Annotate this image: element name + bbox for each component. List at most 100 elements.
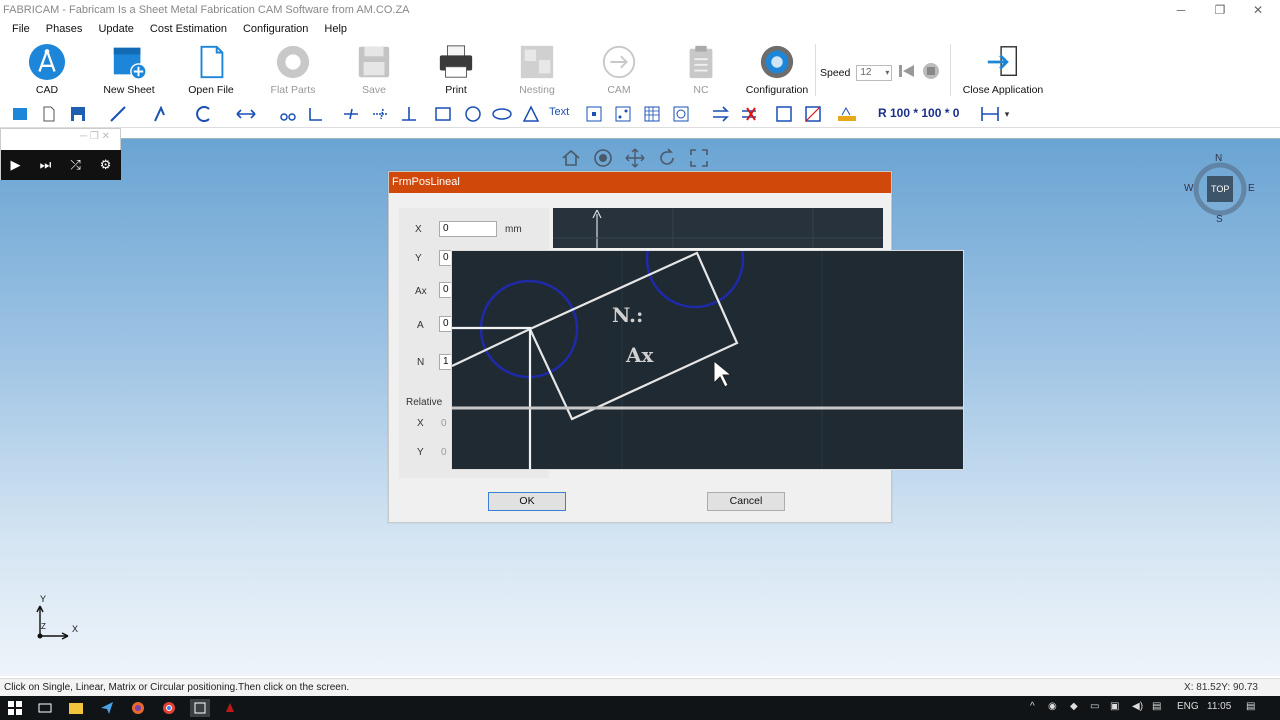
view-toolbar bbox=[560, 147, 710, 169]
menu-update[interactable]: Update bbox=[90, 23, 141, 35]
relative-y-input[interactable]: 0 bbox=[441, 447, 447, 458]
pan-view-icon[interactable] bbox=[624, 147, 646, 169]
view-cube-compass[interactable]: TOP N S E W bbox=[1184, 153, 1255, 225]
language-indicator[interactable]: ENG bbox=[1177, 701, 1199, 712]
fillet-tool-icon[interactable] bbox=[305, 103, 327, 125]
menu-bar: File Phases Update Cost Estimation Confi… bbox=[0, 20, 1280, 38]
nesting-button[interactable]: Nesting bbox=[502, 42, 572, 96]
view-cube-top[interactable]: TOP bbox=[1211, 184, 1229, 194]
print-button[interactable]: Print bbox=[421, 42, 491, 96]
ribbon: CAD New Sheet Open File Flat Parts Save … bbox=[0, 38, 1280, 100]
delete-move-icon[interactable] bbox=[739, 103, 761, 125]
circle-tool-icon[interactable] bbox=[462, 103, 484, 125]
menu-configuration[interactable]: Configuration bbox=[235, 23, 316, 35]
app-red-icon[interactable] bbox=[221, 699, 239, 717]
playback-panel: ─ ❐ ✕ ▶ ⏭ ⤮ ⚙ bbox=[0, 128, 121, 180]
dimension-dropdown-icon[interactable]: ▾ bbox=[1000, 103, 1014, 125]
parallel-tool-icon[interactable] bbox=[369, 103, 391, 125]
play-icon[interactable]: ▶ bbox=[11, 157, 21, 173]
new-sheet-icon bbox=[110, 42, 148, 82]
notifications-icon[interactable]: ▤ bbox=[1246, 701, 1255, 712]
dialog-preview bbox=[553, 208, 883, 248]
new-sheet-button[interactable]: New Sheet bbox=[94, 42, 164, 96]
cad-button[interactable]: CAD bbox=[12, 42, 82, 96]
skip-forward-icon[interactable]: ⏭ bbox=[40, 157, 52, 173]
shuffle-icon[interactable]: ⤮ bbox=[70, 157, 80, 173]
sheet-icon[interactable] bbox=[802, 103, 824, 125]
ellipse-tool-icon[interactable] bbox=[491, 103, 513, 125]
linear-position-icon[interactable] bbox=[612, 103, 634, 125]
paper-plane-icon[interactable] bbox=[98, 699, 116, 717]
circular-position-icon[interactable] bbox=[670, 103, 692, 125]
matrix-position-icon[interactable] bbox=[641, 103, 663, 125]
tray-dropbox-icon[interactable]: ◆ bbox=[1070, 701, 1078, 712]
triangle-tool-icon[interactable] bbox=[520, 103, 542, 125]
close-application-button[interactable]: Close Application bbox=[960, 42, 1046, 96]
document-icon[interactable] bbox=[38, 103, 60, 125]
menu-help[interactable]: Help bbox=[316, 23, 355, 35]
file-explorer-icon[interactable] bbox=[67, 699, 85, 717]
configuration-button[interactable]: Configuration bbox=[742, 42, 812, 96]
home-view-icon[interactable] bbox=[560, 147, 582, 169]
cam-button[interactable]: CAM bbox=[584, 42, 654, 96]
settings-gear-icon[interactable]: ⚙ bbox=[100, 157, 112, 173]
tray-expand-icon[interactable]: ^ bbox=[1030, 701, 1035, 712]
nc-button[interactable]: NC bbox=[666, 42, 736, 96]
menu-file[interactable]: File bbox=[4, 23, 38, 35]
text-tool-button[interactable]: Text bbox=[549, 106, 569, 118]
save-icon[interactable] bbox=[67, 103, 89, 125]
flat-parts-button[interactable]: Flat Parts bbox=[258, 42, 328, 96]
line-tool-icon[interactable] bbox=[107, 103, 129, 125]
single-position-icon[interactable] bbox=[583, 103, 605, 125]
task-view-icon[interactable] bbox=[36, 699, 54, 717]
restore-button[interactable]: ❐ bbox=[1200, 0, 1240, 20]
compass-north: N bbox=[1215, 153, 1223, 164]
relative-x-input[interactable]: 0 bbox=[441, 418, 447, 429]
rectangle-tool-icon[interactable] bbox=[432, 103, 454, 125]
sheet-material-icon[interactable] bbox=[836, 103, 858, 125]
tray-volume-icon[interactable]: ◀) bbox=[1132, 701, 1143, 712]
cancel-button[interactable]: Cancel bbox=[707, 492, 785, 511]
speed-select[interactable]: 12 bbox=[856, 64, 893, 81]
trim-tool-icon[interactable] bbox=[277, 103, 299, 125]
zoom-extents-icon[interactable] bbox=[688, 147, 710, 169]
tray-battery-icon[interactable]: ▭ bbox=[1090, 701, 1099, 712]
frame-icon[interactable] bbox=[773, 103, 795, 125]
windows-start-icon[interactable] bbox=[6, 699, 24, 717]
tray-shield-icon[interactable]: ◉ bbox=[1048, 701, 1057, 712]
save-label: Save bbox=[362, 84, 386, 96]
chrome-icon[interactable] bbox=[160, 699, 178, 717]
clock[interactable]: 11:05 bbox=[1207, 701, 1231, 712]
open-file-button[interactable]: Open File bbox=[176, 42, 246, 96]
move-tool-icon[interactable] bbox=[710, 103, 732, 125]
perpendicular-tool-icon[interactable] bbox=[340, 103, 362, 125]
stop-icon[interactable] bbox=[922, 62, 940, 83]
rotate-view-icon[interactable] bbox=[656, 147, 678, 169]
save-button[interactable]: Save bbox=[339, 42, 409, 96]
drawing-toolbar: Text R 100 * 100 * 0 ▾ bbox=[0, 100, 1280, 128]
ribbon-separator bbox=[950, 44, 951, 96]
a-label: A bbox=[417, 320, 424, 331]
orbit-view-icon[interactable] bbox=[592, 147, 614, 169]
extend-tool-icon[interactable] bbox=[235, 103, 257, 125]
skip-back-icon[interactable] bbox=[898, 64, 916, 81]
fabricam-taskbar-icon[interactable] bbox=[190, 699, 210, 717]
layers-icon[interactable] bbox=[9, 103, 31, 125]
polyline-tool-icon[interactable] bbox=[150, 103, 172, 125]
tray-wifi-icon[interactable]: ▤ bbox=[1152, 701, 1161, 712]
tray-network-icon[interactable]: ▣ bbox=[1110, 701, 1119, 712]
normal-tool-icon[interactable] bbox=[398, 103, 420, 125]
axis-x-label: X bbox=[72, 624, 79, 634]
minimize-button[interactable]: ─ bbox=[1161, 0, 1201, 20]
x-input[interactable]: 0 bbox=[439, 221, 497, 237]
panel-close-icon[interactable]: ─ ❐ ✕ bbox=[80, 131, 110, 142]
firefox-icon[interactable] bbox=[129, 699, 147, 717]
arc-tool-icon[interactable] bbox=[192, 103, 214, 125]
ok-button[interactable]: OK bbox=[488, 492, 566, 511]
menu-phases[interactable]: Phases bbox=[38, 23, 91, 35]
overlay-n-label: N.: bbox=[612, 303, 644, 327]
dimension-tool-icon[interactable] bbox=[980, 103, 1002, 125]
menu-cost-estimation[interactable]: Cost Estimation bbox=[142, 23, 235, 35]
playback-bar: ▶ ⏭ ⤮ ⚙ bbox=[1, 150, 121, 180]
close-window-button[interactable]: ✕ bbox=[1238, 0, 1278, 20]
